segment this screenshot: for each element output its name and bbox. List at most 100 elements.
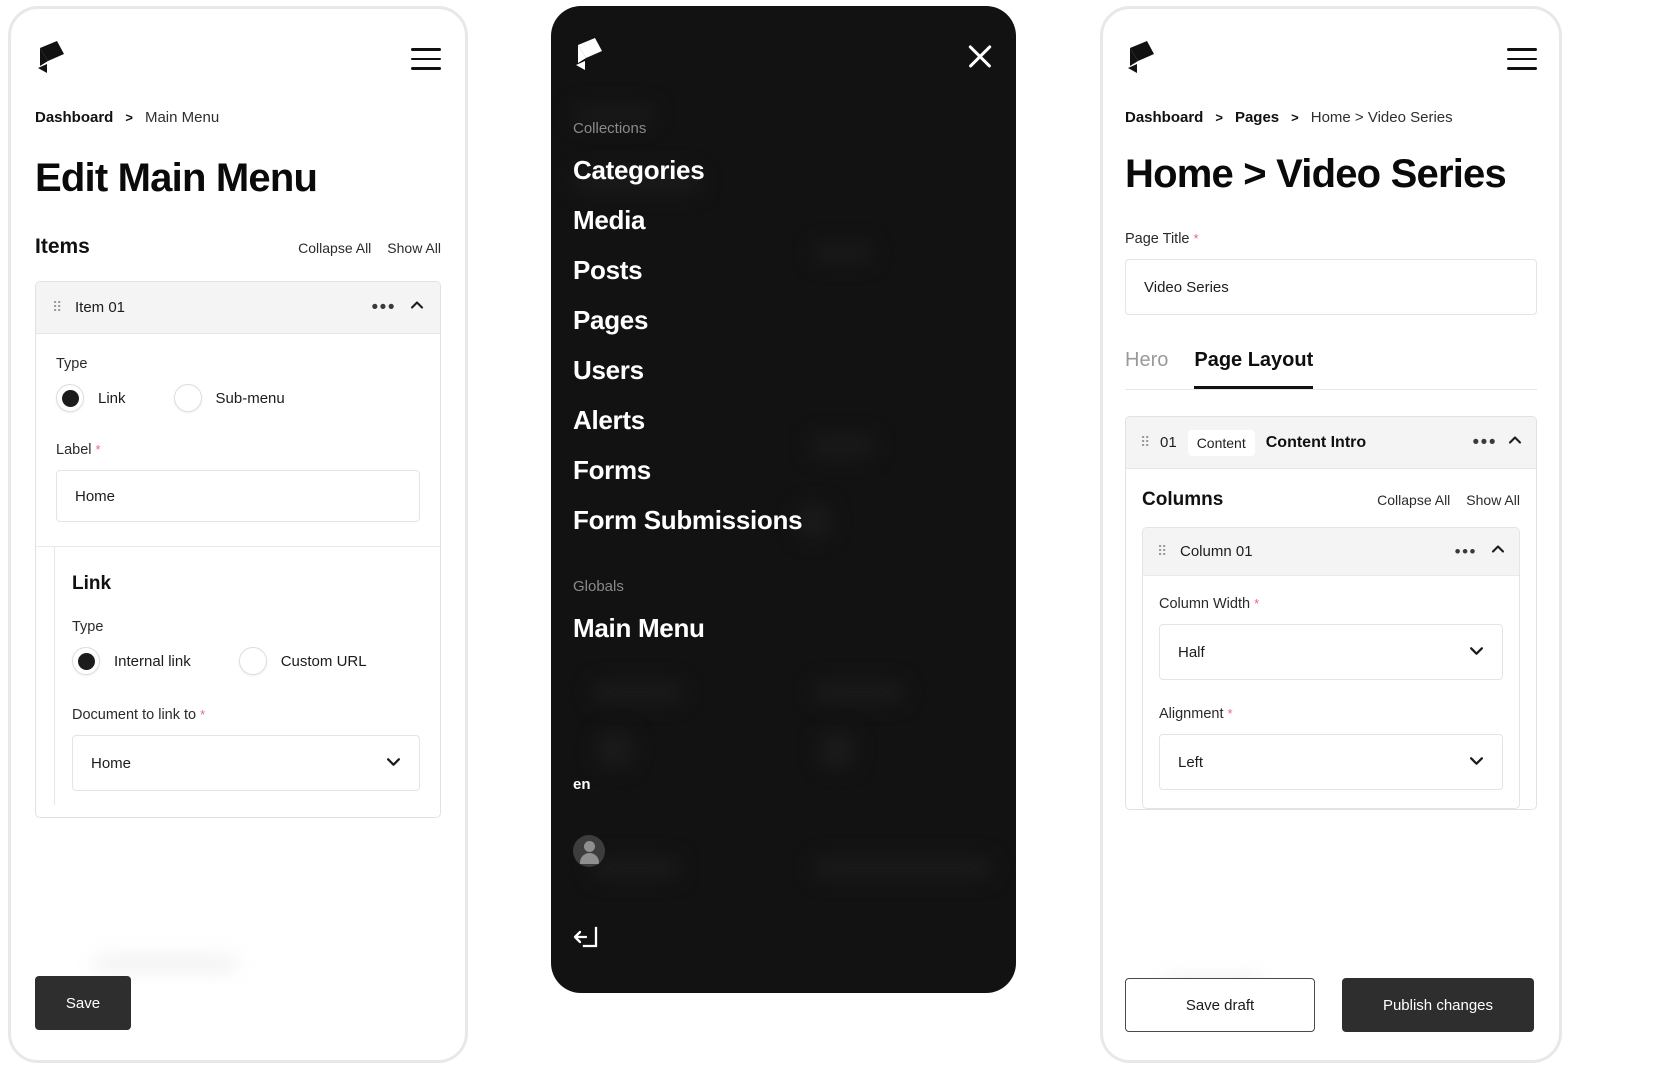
breadcrumb-current[interactable]: Main Menu [145,109,219,126]
breadcrumb-separator-icon: > [1215,110,1223,125]
item-card-header[interactable]: ⠿ Item 01 ••• [36,282,440,334]
page-title-input[interactable] [1125,259,1537,315]
document-select[interactable]: Home [72,735,420,791]
publish-changes-button[interactable]: Publish changes [1342,978,1534,1032]
chevron-down-icon [386,754,401,773]
radio-custom-url-icon[interactable] [238,647,267,675]
tab-page-layout[interactable]: Page Layout [1194,349,1314,389]
chevron-down-icon [1469,753,1484,772]
close-icon[interactable] [966,42,994,70]
page-title: Home > Video Series [1125,152,1507,196]
obscured-label-placeholder [93,955,238,972]
hamburger-icon[interactable] [411,48,441,70]
panel-edit-page: Dashboard > Pages > Home > Video Series … [1100,6,1562,1063]
radio-internal-link-icon[interactable] [72,647,100,675]
radio-option-link[interactable]: Link [56,384,126,412]
breadcrumb-dashboard[interactable]: Dashboard [1125,109,1203,126]
show-all-button[interactable]: Show All [387,240,441,256]
breadcrumb-dashboard[interactable]: Dashboard [35,109,113,126]
breadcrumb: Dashboard > Main Menu [35,109,441,126]
required-asterisk: * [1227,706,1233,721]
radio-link-icon[interactable] [56,384,84,412]
locale-selector[interactable]: en [573,776,591,793]
drag-handle-icon[interactable]: ⠿ [1157,544,1167,558]
payload-logo-icon [35,40,69,78]
obscured-block [591,682,683,702]
page-title-field-label: Page Title * [1125,231,1537,247]
nav-item-forms[interactable]: Forms [573,455,994,486]
radio-custom-url-label: Custom URL [280,652,367,670]
collapse-all-button[interactable]: Collapse All [298,240,371,256]
drag-handle-icon[interactable]: ⠿ [52,300,62,314]
column-width-value: Half [1178,643,1205,661]
nav-item-form-submissions[interactable]: Form Submissions [573,505,994,536]
column-width-label: Column Width * [1159,596,1503,612]
nav-item-pages[interactable]: Pages [573,305,994,336]
breadcrumb: Dashboard > Pages > Home > Video Series [1125,109,1537,126]
label-field-text: Label [56,442,92,458]
radio-option-internal-link[interactable]: Internal link [72,647,191,675]
obscured-block [813,858,993,878]
column-width-select[interactable]: Half [1159,624,1503,680]
item-card: ⠿ Item 01 ••• Type Link Sub-menu Label *… [35,281,441,818]
type-field-label: Type [56,356,88,372]
nav-item-media[interactable]: Media [573,205,994,236]
block-index: 01 [1160,434,1177,451]
hamburger-icon[interactable] [1507,48,1537,70]
drag-handle-icon[interactable]: ⠿ [1140,435,1150,449]
panel-two-topbar [573,6,994,106]
nav-item-categories[interactable]: Categories [573,155,994,186]
layout-block-body: Columns Collapse All Show All ⠿ Column 0… [1126,469,1536,809]
column-width-text: Column Width [1159,596,1251,612]
column-card: ⠿ Column 01 ••• Column Width * Half Alig… [1142,527,1520,809]
obscured-block [597,732,633,768]
breadcrumb-current[interactable]: Home > Video Series [1311,109,1453,126]
required-asterisk: * [1254,596,1260,611]
panel-navigation-drawer: Collections Categories Media Posts Pages… [551,6,1016,993]
logout-icon[interactable] [573,925,599,949]
item-card-body: Type Link Sub-menu Label * Home Link Typ… [36,334,440,817]
nav-group-label-collections: Collections [573,120,647,137]
radio-submenu-icon[interactable] [173,384,202,412]
required-asterisk: * [1193,231,1199,246]
columns-section-title: Columns [1142,489,1224,510]
tab-hero[interactable]: Hero [1125,349,1168,389]
required-asterisk: * [200,707,206,722]
tab-bar: Hero Page Layout [1125,349,1537,390]
show-all-button[interactable]: Show All [1466,492,1520,508]
more-options-icon[interactable]: ••• [372,298,396,317]
items-section-title: Items [35,235,90,258]
alignment-value: Left [1178,753,1204,771]
nav-item-users[interactable]: Users [573,355,994,386]
breadcrumb-separator-icon: > [125,110,133,125]
alignment-select[interactable]: Left [1159,734,1503,790]
items-section-header: Items Collapse All Show All [35,235,441,259]
obscured-block [813,682,905,702]
nav-item-posts[interactable]: Posts [573,255,994,286]
user-avatar-icon[interactable] [573,835,605,867]
radio-submenu-label: Sub-menu [215,389,285,407]
label-input[interactable] [56,470,420,522]
layout-block-header[interactable]: ⠿ 01 Content Content Intro ••• [1126,417,1536,469]
save-draft-button[interactable]: Save draft [1125,978,1315,1032]
save-button[interactable]: Save [35,976,131,1030]
panel-one-topbar [35,9,441,109]
column-card-body: Column Width * Half Alignment * Left [1143,576,1519,808]
chevron-up-icon[interactable] [1491,542,1505,561]
chevron-up-icon[interactable] [410,298,424,317]
label-field-label: Label * [56,442,420,458]
radio-option-submenu[interactable]: Sub-menu [173,384,285,412]
nav-item-alerts[interactable]: Alerts [573,405,994,436]
more-options-icon[interactable]: ••• [1455,543,1477,560]
radio-option-custom-url[interactable]: Custom URL [238,647,367,675]
link-type-label: Type [72,619,104,635]
type-radio-group: Link Sub-menu [56,384,420,414]
more-options-icon[interactable]: ••• [1473,433,1497,452]
item-card-title: Item 01 [75,299,126,316]
nav-item-main-menu[interactable]: Main Menu [573,613,994,644]
column-card-header[interactable]: ⠿ Column 01 ••• [1143,528,1519,576]
chevron-up-icon[interactable] [1508,433,1522,452]
collapse-all-button[interactable]: Collapse All [1377,492,1450,508]
breadcrumb-pages[interactable]: Pages [1235,109,1279,126]
document-select-value: Home [91,754,132,772]
